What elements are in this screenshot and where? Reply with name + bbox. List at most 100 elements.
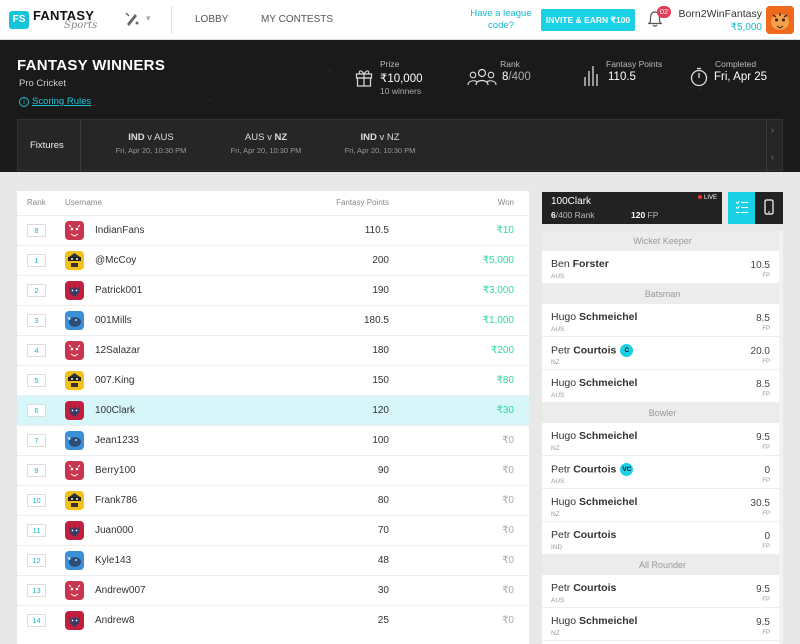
prize-winners: 10 winners bbox=[380, 86, 422, 96]
row-won: ₹30 bbox=[496, 405, 515, 416]
player-row[interactable]: Hugo Schmeichel NZ 30.5 FP bbox=[542, 489, 783, 522]
player-last-name: Schmeichel bbox=[579, 496, 638, 508]
col-rank-header[interactable]: Rank bbox=[27, 198, 46, 207]
nav-my-contests-link[interactable]: MY CONTESTS bbox=[261, 14, 333, 25]
player-first-name: Hugo bbox=[551, 430, 577, 442]
tiger-avatar-icon bbox=[65, 341, 84, 360]
table-row[interactable]: 7 Jean1233 100 ₹0 bbox=[17, 425, 529, 455]
row-points: 80 bbox=[377, 495, 389, 506]
my-team-card[interactable]: 100Clark 6/400 Rank 120 FP LIVE bbox=[542, 192, 722, 224]
table-row[interactable]: 11 Juan000 70 ₹0 bbox=[17, 515, 529, 545]
row-won: ₹0 bbox=[502, 525, 514, 536]
cricket-bat-icon[interactable] bbox=[124, 11, 140, 30]
invite-earn-button[interactable]: INVITE & EARN ₹100 bbox=[541, 9, 635, 31]
player-row[interactable]: Hugo Schmeichel NZ 9.5 FP bbox=[542, 608, 783, 641]
table-row[interactable]: 12 Kyle143 48 ₹0 bbox=[17, 545, 529, 575]
row-points: 190 bbox=[372, 285, 389, 296]
row-username[interactable]: 100Clark bbox=[95, 405, 135, 416]
player-team: IND bbox=[551, 544, 563, 551]
league-code-link[interactable]: Have a league code? bbox=[470, 8, 532, 32]
stopwatch-icon bbox=[689, 67, 711, 89]
player-first-name: Hugo bbox=[551, 377, 577, 389]
player-last-name: Schmeichel bbox=[579, 430, 638, 442]
tiger-avatar-icon[interactable] bbox=[766, 6, 794, 34]
player-first-name: Hugo bbox=[551, 496, 577, 508]
fixture-card[interactable]: AUS v NZ Fri, Apr 20, 10:30 PM bbox=[221, 132, 311, 155]
col-username-header[interactable]: Username bbox=[65, 198, 102, 207]
row-points: 100 bbox=[372, 435, 389, 446]
phone-view-button[interactable] bbox=[755, 192, 783, 224]
player-team: AUS bbox=[551, 273, 565, 280]
row-rank-badge: 10 bbox=[27, 494, 46, 507]
chevron-left-icon[interactable]: ‹ bbox=[771, 152, 774, 162]
row-username[interactable]: Kyle143 bbox=[95, 555, 131, 566]
row-points: 70 bbox=[377, 525, 389, 536]
row-username[interactable]: Andrew8 bbox=[95, 615, 134, 626]
row-username[interactable]: Frank786 bbox=[95, 495, 137, 506]
row-username[interactable]: IndianFans bbox=[95, 225, 144, 236]
row-rank-badge: 2 bbox=[27, 284, 46, 297]
team-scrollbar[interactable] bbox=[779, 231, 783, 644]
player-row[interactable]: Hugo Schmeichel AUS 8.5 FP bbox=[542, 370, 783, 403]
team-sections: Wicket Keeper Ben Forster AUS 10.5 FP Batsman… bbox=[542, 231, 783, 641]
team-section-header: Wicket Keeper bbox=[542, 231, 783, 251]
fixture-team1: IND bbox=[360, 132, 377, 143]
prize-value: ₹10,000 bbox=[380, 73, 423, 85]
row-points: 150 bbox=[372, 375, 389, 386]
row-username[interactable]: 001Mills bbox=[95, 315, 132, 326]
logo-mark[interactable]: FS bbox=[9, 11, 29, 29]
table-row[interactable]: 8 IndianFans 110.5 ₹10 bbox=[17, 215, 529, 245]
player-row[interactable]: Petr Courtois AUS 9.5 FP bbox=[542, 575, 783, 608]
player-row[interactable]: Petr Courtois IND 0 FP bbox=[542, 522, 783, 555]
table-row[interactable]: 9 Berry100 90 ₹0 bbox=[17, 455, 529, 485]
account-username[interactable]: Born2WinFantasy bbox=[670, 8, 762, 20]
col-won-header[interactable]: Won bbox=[498, 198, 514, 207]
nav-lobby-link[interactable]: LOBBY bbox=[195, 14, 228, 25]
row-username[interactable]: Andrew007 bbox=[95, 585, 146, 596]
table-row[interactable]: 13 Andrew007 30 ₹0 bbox=[17, 575, 529, 605]
row-username[interactable]: Jean1233 bbox=[95, 435, 139, 446]
player-team: AUS bbox=[551, 392, 565, 399]
sport-dropdown-icon[interactable]: ▾ bbox=[146, 13, 151, 24]
row-username[interactable]: Berry100 bbox=[95, 465, 136, 476]
my-team-rank-suffix: /400 Rank bbox=[555, 210, 595, 220]
table-row[interactable]: 3 001Mills 180.5 ₹1,000 bbox=[17, 305, 529, 335]
row-username[interactable]: 007.King bbox=[95, 375, 134, 386]
row-username[interactable]: Patrick001 bbox=[95, 285, 142, 296]
fixture-card[interactable]: IND v NZ Fri, Apr 20, 10:30 PM bbox=[335, 132, 425, 155]
table-row[interactable]: 1 @McCoy 200 ₹5,000 bbox=[17, 245, 529, 275]
scoring-rules-link[interactable]: i Scoring Rules bbox=[19, 96, 91, 107]
row-won: ₹0 bbox=[502, 495, 514, 506]
fixture-teams: AUS v NZ bbox=[221, 132, 311, 143]
list-view-button[interactable] bbox=[728, 192, 755, 224]
player-last-name: Schmeichel bbox=[579, 311, 638, 323]
player-team: AUS bbox=[551, 597, 565, 604]
player-row[interactable]: Hugo Schmeichel AUS 8.5 FP bbox=[542, 304, 783, 337]
table-row[interactable]: 4 12Salazar 180 ₹200 bbox=[17, 335, 529, 365]
row-points: 110.5 bbox=[364, 225, 389, 236]
rhino-avatar-icon bbox=[65, 311, 84, 330]
table-row[interactable]: 6 100Clark 120 ₹30 bbox=[17, 395, 529, 425]
wolf-avatar-icon bbox=[65, 401, 84, 420]
table-row[interactable]: 14 Andrew8 25 ₹0 bbox=[17, 605, 529, 635]
table-row[interactable]: 5 007.King 150 ₹80 bbox=[17, 365, 529, 395]
row-username[interactable]: @McCoy bbox=[95, 255, 136, 266]
bar-chart-icon bbox=[583, 65, 605, 87]
my-team-name: 100Clark bbox=[551, 196, 592, 207]
fixture-card[interactable]: IND v AUS Fri, Apr 20, 10:30 PM bbox=[106, 132, 196, 155]
player-row[interactable]: Ben Forster AUS 10.5 FP bbox=[542, 251, 783, 284]
row-rank-badge: 12 bbox=[27, 554, 46, 567]
table-row[interactable]: 10 Frank786 80 ₹0 bbox=[17, 485, 529, 515]
player-row[interactable]: Hugo Schmeichel NZ 9.5 FP bbox=[542, 423, 783, 456]
fixture-team2: NZ bbox=[386, 132, 400, 143]
row-points: 180.5 bbox=[363, 315, 389, 326]
row-username[interactable]: Juan000 bbox=[95, 525, 133, 536]
chevron-right-icon[interactable]: › bbox=[771, 125, 774, 135]
tiger-avatar-icon bbox=[65, 221, 84, 240]
row-username[interactable]: 12Salazar bbox=[95, 345, 140, 356]
table-row[interactable]: 2 Patrick001 190 ₹3,000 bbox=[17, 275, 529, 305]
player-row[interactable]: Petr Courtois C NZ 20.0 FP bbox=[542, 337, 783, 370]
player-row[interactable]: Petr Courtois VC AUS 0 FP bbox=[542, 456, 783, 489]
row-won: ₹200 bbox=[490, 345, 514, 356]
col-points-header[interactable]: Fantasy Points bbox=[336, 198, 389, 207]
